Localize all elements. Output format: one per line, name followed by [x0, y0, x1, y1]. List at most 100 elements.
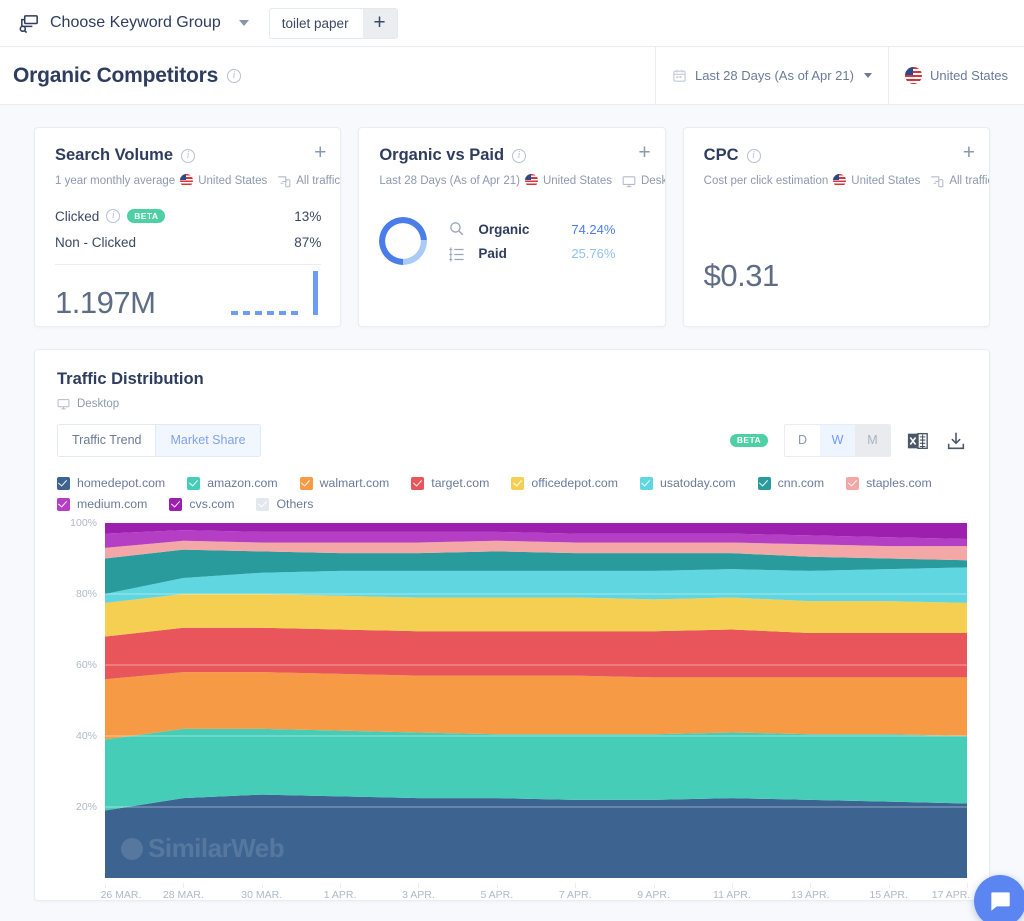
legend-item[interactable]: usatoday.com — [639, 476, 736, 490]
x-axis-label: 3 APR. — [402, 889, 435, 901]
traffic-distribution-subtitle: Desktop — [57, 398, 967, 410]
organic-paid-donut-chart — [379, 217, 428, 265]
keyword-search-icon — [16, 10, 42, 36]
legend-item[interactable]: target.com — [411, 476, 489, 490]
cpc-value: $0.31 — [703, 258, 780, 293]
info-icon[interactable]: i — [746, 148, 761, 163]
info-icon[interactable]: i — [227, 68, 242, 83]
legend-checkbox[interactable] — [187, 476, 201, 490]
x-axis: 26 MAR. 28 MAR. 30 MAR. 1 APR. 3 APR. 5 APR. 7… — [101, 883, 970, 901]
chevron-down-icon[interactable] — [238, 20, 249, 26]
country-label: United States — [929, 68, 1008, 83]
subtitle-text: Cost per click estimation — [703, 174, 829, 187]
search-volume-sparkline — [231, 271, 321, 321]
y-axis-label: 20% — [75, 801, 97, 813]
granularity-week[interactable]: W — [820, 425, 855, 456]
granularity-day[interactable]: D — [785, 425, 820, 456]
device-label: Desktop — [77, 398, 120, 410]
x-axis-tick — [496, 883, 498, 888]
view-tabs: Traffic Trend Market Share — [57, 424, 261, 457]
country-selector[interactable]: United States — [887, 46, 1024, 105]
keyword-bar: Choose Keyword Group toilet paper + — [0, 0, 1024, 47]
x-axis-tick — [105, 883, 106, 888]
clicked-label: Clicked — [55, 208, 100, 224]
x-axis-label: 17 APR. — [931, 889, 971, 901]
non-clicked-row: Non - Clicked 87% — [55, 229, 321, 255]
legend-item[interactable]: staples.com — [846, 476, 932, 490]
x-axis-label: 28 MAR. — [162, 889, 204, 901]
x-axis-label: 5 APR. — [480, 889, 514, 901]
legend-checkbox[interactable] — [299, 476, 313, 490]
legend-item[interactable]: walmart.com — [299, 476, 389, 490]
legend-item[interactable]: Others — [256, 497, 313, 511]
stacked-area-svg — [105, 523, 967, 878]
add-widget-button[interactable]: + — [963, 142, 975, 163]
legend-checkbox[interactable] — [511, 476, 525, 490]
info-icon[interactable]: i — [181, 148, 195, 163]
y-axis-label: 60% — [75, 659, 97, 671]
date-range-selector[interactable]: Last 28 Days (As of Apr 21) — [654, 46, 888, 105]
legend-checkbox[interactable] — [846, 476, 860, 490]
add-widget-button[interactable]: + — [638, 142, 650, 163]
legend-item[interactable]: homedepot.com — [57, 476, 165, 490]
legend-label: cvs.com — [189, 497, 235, 511]
legend-checkbox[interactable] — [639, 476, 653, 490]
tab-market-share[interactable]: Market Share — [155, 425, 260, 456]
x-axis-label: 26 MAR. — [100, 889, 142, 901]
granularity-toggle: D W M — [784, 424, 891, 457]
legend-label: Others — [276, 497, 314, 511]
us-flag-icon — [904, 67, 922, 84]
cpc-header: CPC i — [704, 146, 970, 165]
legend-checkbox[interactable] — [57, 476, 70, 490]
legend-item[interactable]: medium.com — [57, 497, 147, 511]
x-axis-label: 30 MAR. — [241, 889, 283, 901]
info-icon[interactable]: i — [106, 209, 121, 223]
sparkline-bar — [313, 271, 319, 315]
y-axis-label: 80% — [75, 588, 97, 600]
add-keyword-button[interactable]: + — [362, 8, 397, 38]
add-widget-button[interactable]: + — [314, 142, 326, 163]
stacked-area-plot: SimilarWeb — [105, 523, 967, 878]
us-flag-icon — [524, 174, 538, 187]
organic-paid-values: 74.24% 25.76% — [571, 221, 615, 262]
app-root: Choose Keyword Group toilet paper + Orga… — [0, 0, 1024, 921]
search-volume-total: 1.197M — [55, 285, 156, 320]
keyword-value[interactable]: toilet paper — [270, 9, 363, 38]
legend-item[interactable]: cvs.com — [169, 497, 234, 511]
date-range-label: Last 28 Days (As of Apr 21) — [694, 68, 854, 83]
legend-item[interactable]: officedepot.com — [511, 476, 618, 490]
x-axis-tick — [340, 883, 342, 888]
traffic-distribution-controls: Traffic Trend Market Share BETA D W M — [57, 424, 967, 457]
area-band — [105, 627, 967, 680]
chat-widget-button[interactable] — [974, 875, 1024, 921]
chat-icon — [991, 892, 1010, 911]
traffic-label: All traffic — [949, 174, 990, 187]
search-volume-card: + Search Volume i 1 year monthly average… — [34, 127, 342, 327]
download-icon[interactable] — [945, 430, 967, 452]
legend-label: usatoday.com — [659, 476, 736, 490]
info-icon[interactable]: i — [512, 148, 527, 163]
keyword-chip[interactable]: toilet paper + — [268, 7, 398, 39]
traffic-distribution-title: Traffic Distribution — [57, 370, 204, 388]
legend-checkbox[interactable] — [757, 476, 771, 490]
legend-checkbox[interactable] — [256, 497, 270, 511]
granularity-month[interactable]: M — [855, 425, 890, 456]
device-label: Desktop — [641, 174, 665, 187]
x-axis-label: 13 APR. — [791, 889, 830, 901]
tab-traffic-trend[interactable]: Traffic Trend — [58, 425, 156, 456]
calendar-icon — [672, 68, 687, 83]
x-axis-tick — [575, 883, 577, 888]
legend-item[interactable]: cnn.com — [757, 476, 824, 490]
traffic-label: All traffic — [296, 174, 341, 187]
search-volume-rows: Clicked i BETA 13% Non - Clicked 87% — [55, 203, 321, 255]
clicked-value: 13% — [294, 208, 322, 224]
keyword-group-label[interactable]: Choose Keyword Group — [50, 14, 221, 32]
cpc-subtitle: Cost per click estimation United States … — [703, 174, 989, 187]
legend-checkbox[interactable] — [411, 476, 425, 490]
legend-item[interactable]: amazon.com — [187, 476, 278, 490]
legend-checkbox[interactable] — [169, 497, 183, 511]
legend-checkbox[interactable] — [57, 497, 70, 511]
organic-value: 74.24% — [571, 221, 616, 237]
organic-paid-labels: Organic Paid — [478, 221, 529, 262]
excel-export-icon[interactable] — [907, 430, 929, 452]
